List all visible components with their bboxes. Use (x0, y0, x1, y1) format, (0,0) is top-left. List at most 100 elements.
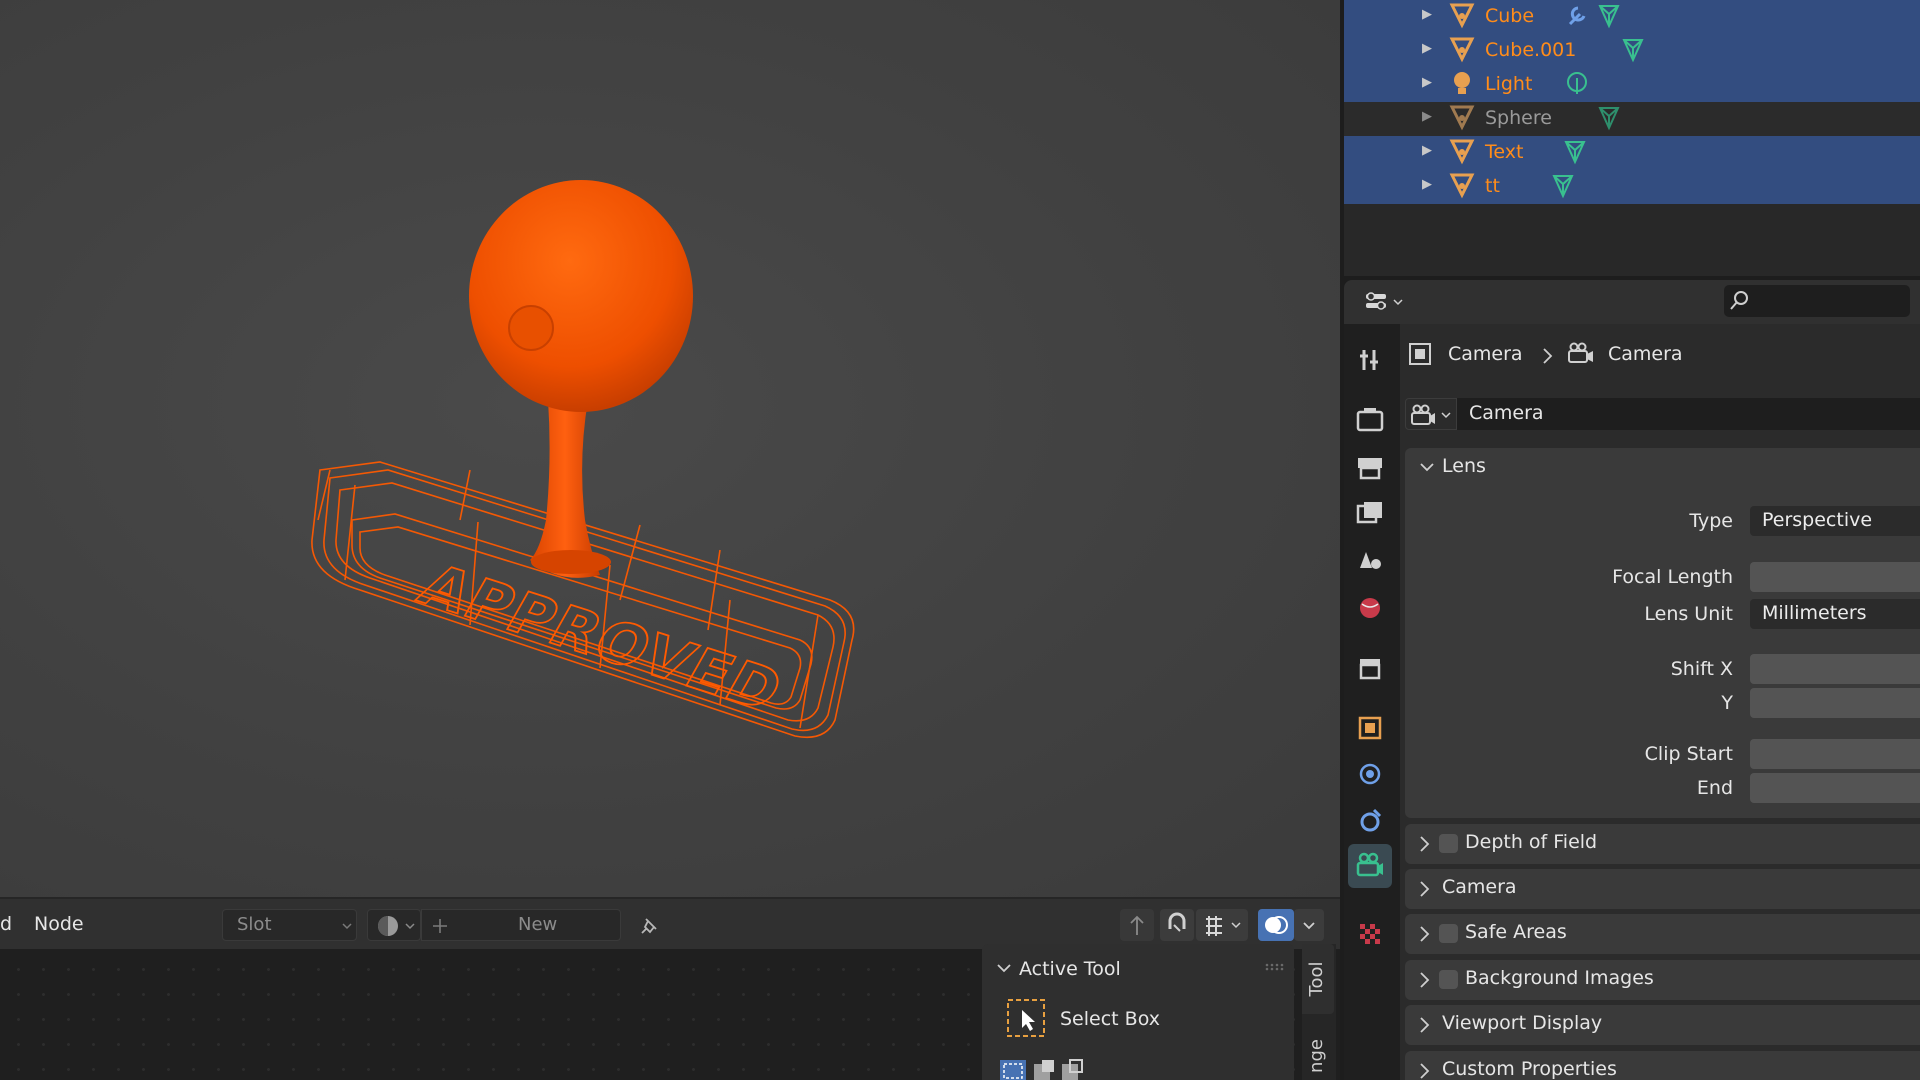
new-material-button[interactable]: New (421, 909, 621, 941)
outliner-item-name: Text (1485, 141, 1524, 163)
camera-data-icon (1568, 342, 1593, 363)
mesh-data-icon[interactable] (1594, 102, 1624, 134)
focal-length-label: Focal Length (1612, 566, 1733, 588)
lens-unit-value: Millimeters (1762, 602, 1867, 624)
outliner-row-cube001[interactable]: ▶ Cube.001 (1344, 34, 1920, 68)
custom-properties-panel-title: Custom Properties (1442, 1058, 1617, 1080)
dof-panel-title: Depth of Field (1465, 831, 1598, 853)
tab-texture[interactable] (1348, 912, 1392, 956)
chevron-down-icon (1303, 922, 1315, 930)
magnet-icon (1168, 912, 1186, 932)
tab-view-layer[interactable] (1348, 492, 1392, 536)
tab-constraints[interactable] (1348, 798, 1392, 842)
outliner-row-sphere[interactable]: ▶ Sphere (1344, 102, 1920, 136)
tab-world[interactable] (1348, 586, 1392, 630)
mesh-object-icon (1449, 139, 1475, 165)
material-sphere-icon (378, 916, 415, 936)
tab-collection[interactable] (1348, 646, 1392, 690)
select-box-label: Select Box (1060, 1008, 1160, 1030)
mesh-data-icon[interactable] (1594, 0, 1624, 32)
active-tool-title[interactable]: Active Tool (1019, 958, 1121, 980)
texture-icon (1360, 924, 1380, 944)
dof-checkbox[interactable] (1439, 834, 1458, 853)
safe-areas-panel[interactable]: Safe Areas (1405, 914, 1920, 954)
depth-of-field-panel[interactable]: Depth of Field (1405, 824, 1920, 864)
object-icon (1358, 716, 1382, 740)
outliner-row-light[interactable]: ▶ Light (1344, 68, 1920, 102)
3d-viewport[interactable]: APPROVED (0, 0, 1340, 897)
tab-tool[interactable]: Tool (1302, 944, 1334, 1014)
overlays-toggle[interactable] (1258, 909, 1294, 941)
pin-icon[interactable] (634, 911, 664, 941)
properties-search-input[interactable] (1724, 285, 1910, 317)
parent-node-tree-button[interactable] (1120, 909, 1154, 941)
expand-arrow-icon[interactable]: ▶ (1422, 109, 1432, 124)
shift-y-field[interactable] (1750, 688, 1920, 718)
tab-object[interactable] (1348, 706, 1392, 750)
outliner-row-text[interactable]: ▶ Text (1344, 136, 1920, 170)
lens-type-value: Perspective (1762, 509, 1873, 531)
mesh-data-icon[interactable] (1548, 170, 1578, 202)
outliner: ▶ Cube ▶ Cube.001 ▶ Light ▶ Sphere ▶ Tex… (1344, 0, 1920, 276)
mesh-data-icon[interactable] (1560, 136, 1590, 168)
snap-element-dropdown[interactable] (1196, 909, 1248, 941)
tab-partial-label: nge (1306, 1039, 1327, 1073)
overlays-dropdown[interactable] (1294, 909, 1324, 941)
expand-arrow-icon[interactable]: ▶ (1422, 7, 1432, 22)
mesh-data-icon[interactable] (1618, 34, 1648, 66)
shift-x-label: Shift X (1670, 658, 1733, 680)
new-button-label: New (518, 914, 558, 935)
outliner-item-name: Light (1485, 73, 1533, 95)
outliner-row-cube[interactable]: ▶ Cube (1344, 0, 1920, 34)
lens-type-dropdown[interactable]: Perspective (1750, 506, 1920, 536)
expand-arrow-icon[interactable]: ▶ (1422, 75, 1432, 90)
chevron-right-icon (1420, 1017, 1430, 1033)
focal-length-field[interactable] (1750, 562, 1920, 592)
header-partial-menu[interactable]: d (0, 913, 12, 935)
tab-physics[interactable] (1348, 752, 1392, 796)
selection-mode-icons[interactable] (998, 1056, 1098, 1080)
expand-arrow-icon[interactable]: ▶ (1422, 177, 1432, 192)
datablock-name-field[interactable]: Camera (1457, 398, 1920, 430)
camera-data-icon (1411, 404, 1451, 425)
editor-type-icon[interactable] (1362, 286, 1408, 318)
stamp-object-wireframe[interactable]: APPROVED (0, 0, 1340, 897)
overlay-icon (1265, 916, 1288, 934)
select-box-icon[interactable] (1006, 998, 1046, 1038)
camera-data-icon (1356, 852, 1383, 877)
tab-scene[interactable] (1348, 538, 1392, 582)
slot-dropdown[interactable]: Slot (222, 909, 357, 941)
tab-camera-data[interactable] (1348, 844, 1392, 888)
camera-panel-title: Camera (1442, 876, 1517, 898)
custom-properties-panel[interactable]: Custom Properties (1405, 1051, 1920, 1080)
lens-unit-dropdown[interactable]: Millimeters (1750, 599, 1920, 629)
tab-output[interactable] (1348, 446, 1392, 490)
clip-end-field[interactable] (1750, 773, 1920, 803)
clip-start-field[interactable] (1750, 739, 1920, 769)
expand-arrow-icon[interactable]: ▶ (1422, 41, 1432, 56)
tab-tool-settings[interactable] (1348, 338, 1392, 382)
background-images-panel[interactable]: Background Images (1405, 960, 1920, 1000)
tab-render[interactable] (1348, 398, 1392, 442)
material-browse-button[interactable] (367, 909, 421, 941)
drag-handle-icon[interactable] (1264, 962, 1284, 972)
clip-start-label: Clip Start (1644, 743, 1733, 765)
light-data-icon[interactable] (1562, 68, 1592, 100)
safe-areas-checkbox[interactable] (1439, 924, 1458, 943)
sidebar-tabs: Tool nge (1302, 944, 1336, 1080)
node-menu[interactable]: Node (34, 913, 84, 935)
background-images-checkbox[interactable] (1439, 970, 1458, 989)
chevron-right-icon (1420, 836, 1430, 852)
wrench-modifier-icon[interactable] (1562, 0, 1592, 32)
viewport-display-panel[interactable]: Viewport Display (1405, 1005, 1920, 1045)
chevron-down-icon[interactable] (1417, 457, 1437, 477)
camera-panel[interactable]: Camera (1405, 869, 1920, 909)
outliner-row-tt[interactable]: ▶ tt (1344, 170, 1920, 204)
lens-panel-title[interactable]: Lens (1442, 455, 1486, 477)
datablock-browse-button[interactable] (1405, 398, 1457, 430)
chevron-down-icon[interactable] (994, 958, 1014, 978)
shift-x-field[interactable] (1750, 654, 1920, 684)
tab-view-partial[interactable]: nge (1302, 1026, 1334, 1080)
expand-arrow-icon[interactable]: ▶ (1422, 143, 1432, 158)
snap-toggle[interactable] (1160, 909, 1194, 941)
